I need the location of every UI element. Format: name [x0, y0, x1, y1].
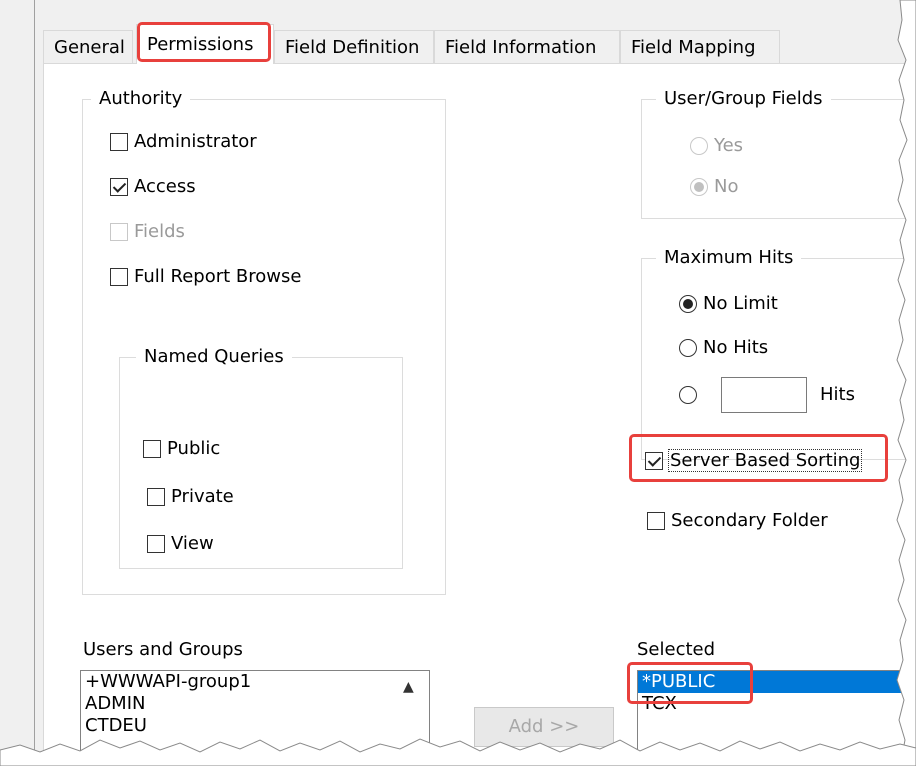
torn-bottom-edge	[0, 738, 916, 766]
torn-edge-overlay	[0, 0, 916, 766]
torn-right-edge	[896, 0, 916, 766]
